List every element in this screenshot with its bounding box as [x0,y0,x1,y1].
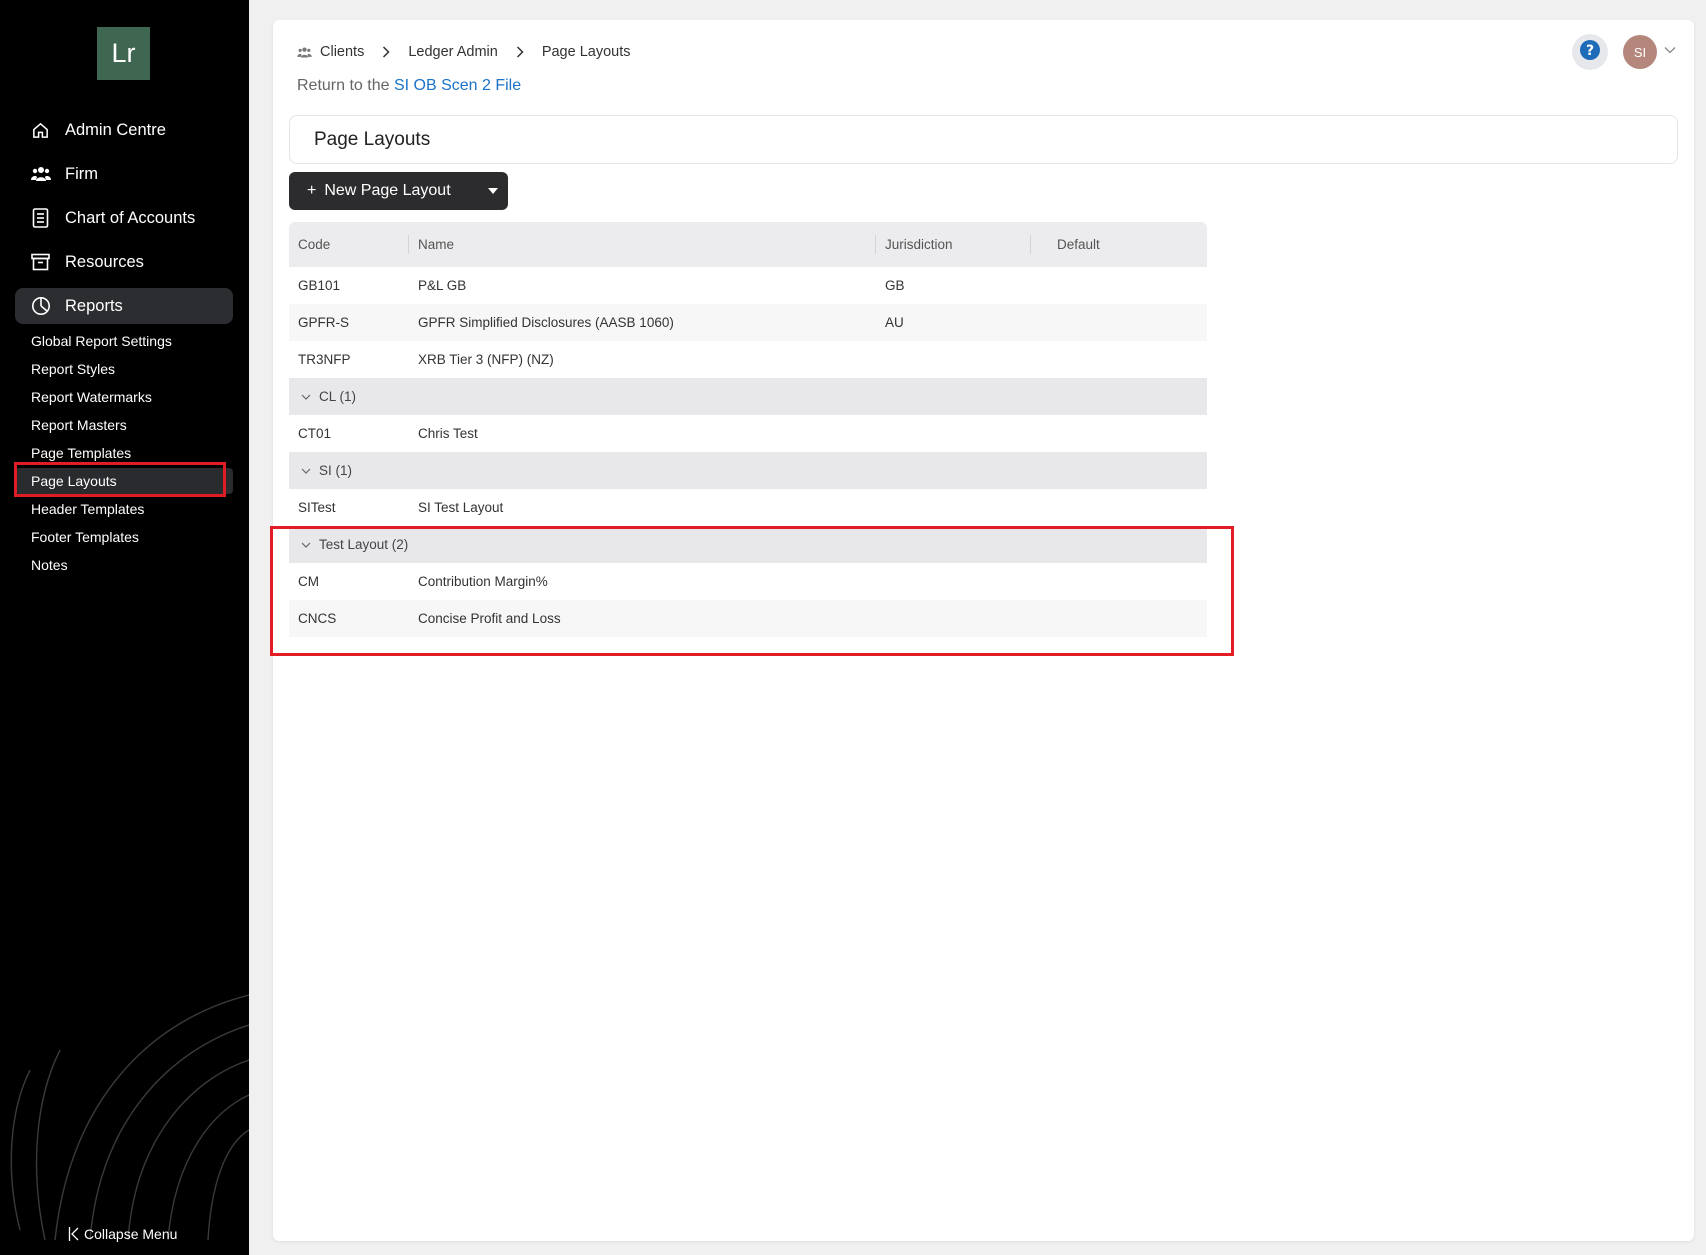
group-label: CL (1) [319,389,357,404]
cell-code: SITest [298,500,336,515]
home-icon [30,120,51,141]
main-panel: Clients Ledger Admin Page Layouts Return… [270,20,1694,1241]
cell-code: TR3NFP [298,352,351,367]
nav-resources[interactable]: Resources [15,244,233,280]
sub-page-templates[interactable]: Page Templates [15,440,233,466]
column-header-jurisdiction[interactable]: Jurisdiction [885,222,953,267]
cell-code: GPFR-S [298,315,350,330]
table-row[interactable]: SITest SI Test Layout [289,489,1207,526]
app-logo[interactable]: Lr [97,27,150,80]
table-row[interactable]: TR3NFP XRB Tier 3 (NFP) (NZ) [289,341,1207,378]
group-row-test-layout[interactable]: Test Layout (2) [289,526,1207,563]
column-divider [875,235,876,254]
page-title-card: Page Layouts [289,115,1678,164]
pie-chart-icon [30,296,51,317]
cell-code: GB101 [298,278,341,293]
plus-icon: + [307,182,317,199]
collapse-label: Collapse Menu [84,1226,178,1242]
column-header-code[interactable]: Code [298,222,330,267]
cell-name: Contribution Margin% [418,574,548,589]
nav-admin-centre[interactable]: Admin Centre [15,112,233,148]
cell-jurisdiction: GB [885,278,905,293]
cell-name: GPFR Simplified Disclosures (AASB 1060) [418,315,674,330]
return-file-link[interactable]: SI OB Scen 2 File [394,77,521,94]
group-row-si[interactable]: SI (1) [289,452,1207,489]
archive-icon [30,252,51,273]
chevron-down-icon [301,468,311,474]
cell-jurisdiction: AU [885,315,904,330]
chevron-down-icon [301,542,311,548]
page-layouts-table: Code Name Jurisdiction Default GB101 P&L… [289,222,1207,637]
table-row[interactable]: CNCS Concise Profit and Loss [289,600,1207,637]
cell-name: P&L GB [418,278,467,293]
nav-firm[interactable]: Firm [15,156,233,192]
sub-report-styles[interactable]: Report Styles [15,356,233,382]
table-row[interactable]: CT01 Chris Test [289,415,1207,452]
new-page-layout-label: New Page Layout [324,182,451,199]
return-line: Return to the SI OB Scen 2 File [297,77,521,95]
page-title: Page Layouts [314,128,431,150]
svg-text:?: ? [1586,43,1594,59]
sub-report-watermarks[interactable]: Report Watermarks [15,384,233,410]
new-page-layout-button[interactable]: + New Page Layout [289,172,508,210]
nav-reports[interactable]: Reports [15,288,233,324]
group-row-cl[interactable]: CL (1) [289,378,1207,415]
group-label: Test Layout (2) [319,537,409,552]
cell-name: Concise Profit and Loss [418,611,561,626]
sub-page-layouts[interactable]: Page Layouts [15,468,233,494]
cell-code: CM [298,574,319,589]
sub-header-templates[interactable]: Header Templates [15,496,233,522]
nav-label: Resources [65,252,144,271]
column-header-name[interactable]: Name [418,222,454,267]
clients-icon [297,46,312,59]
breadcrumb-clients[interactable]: Clients [320,44,364,60]
users-icon [30,164,51,185]
chevron-down-icon[interactable] [1664,46,1676,54]
column-header-default[interactable]: Default [1057,222,1100,267]
column-divider [1030,235,1031,254]
return-prefix: Return to the [297,77,390,94]
sub-notes[interactable]: Notes [15,552,233,578]
table-row[interactable]: CM Contribution Margin% [289,563,1207,600]
nav-label: Reports [65,296,123,315]
breadcrumb-page-layouts: Page Layouts [541,44,631,60]
nav-label: Chart of Accounts [65,208,196,227]
collapse-menu-button[interactable]: Collapse Menu [68,1226,177,1242]
chevron-right-icon [516,46,524,58]
group-label: SI (1) [319,463,353,478]
table-header: Code Name Jurisdiction Default [289,222,1207,267]
help-icon: ? [1579,39,1601,66]
column-divider [408,235,409,254]
dropdown-caret-icon[interactable] [488,188,498,194]
help-button[interactable]: ? [1572,34,1608,70]
table-row[interactable]: GPFR-S GPFR Simplified Disclosures (AASB… [289,304,1207,341]
cell-code: CNCS [298,611,337,626]
cell-name: SI Test Layout [418,500,504,515]
breadcrumb: Clients Ledger Admin Page Layouts [297,44,631,60]
sub-report-masters[interactable]: Report Masters [15,412,233,438]
ledger-icon [30,208,51,229]
nav-label: Admin Centre [65,120,166,139]
collapse-left-icon [68,1226,80,1242]
cell-name: XRB Tier 3 (NFP) (NZ) [418,352,554,367]
decorative-swirl [10,994,249,1240]
chevron-down-icon [301,394,311,400]
cell-code: CT01 [298,426,332,441]
cell-name: Chris Test [418,426,478,441]
table-row[interactable]: GB101 P&L GB GB [289,267,1207,304]
nav-label: Firm [65,164,98,183]
sidebar: Lr Admin Centre Firm Chart of Accounts R… [0,0,249,1255]
sub-global-report-settings[interactable]: Global Report Settings [15,328,233,354]
avatar[interactable]: SI [1623,35,1657,69]
chevron-right-icon [382,46,390,58]
breadcrumb-ledger-admin[interactable]: Ledger Admin [408,44,497,60]
nav-chart-of-accounts[interactable]: Chart of Accounts [15,200,233,236]
sub-footer-templates[interactable]: Footer Templates [15,524,233,550]
